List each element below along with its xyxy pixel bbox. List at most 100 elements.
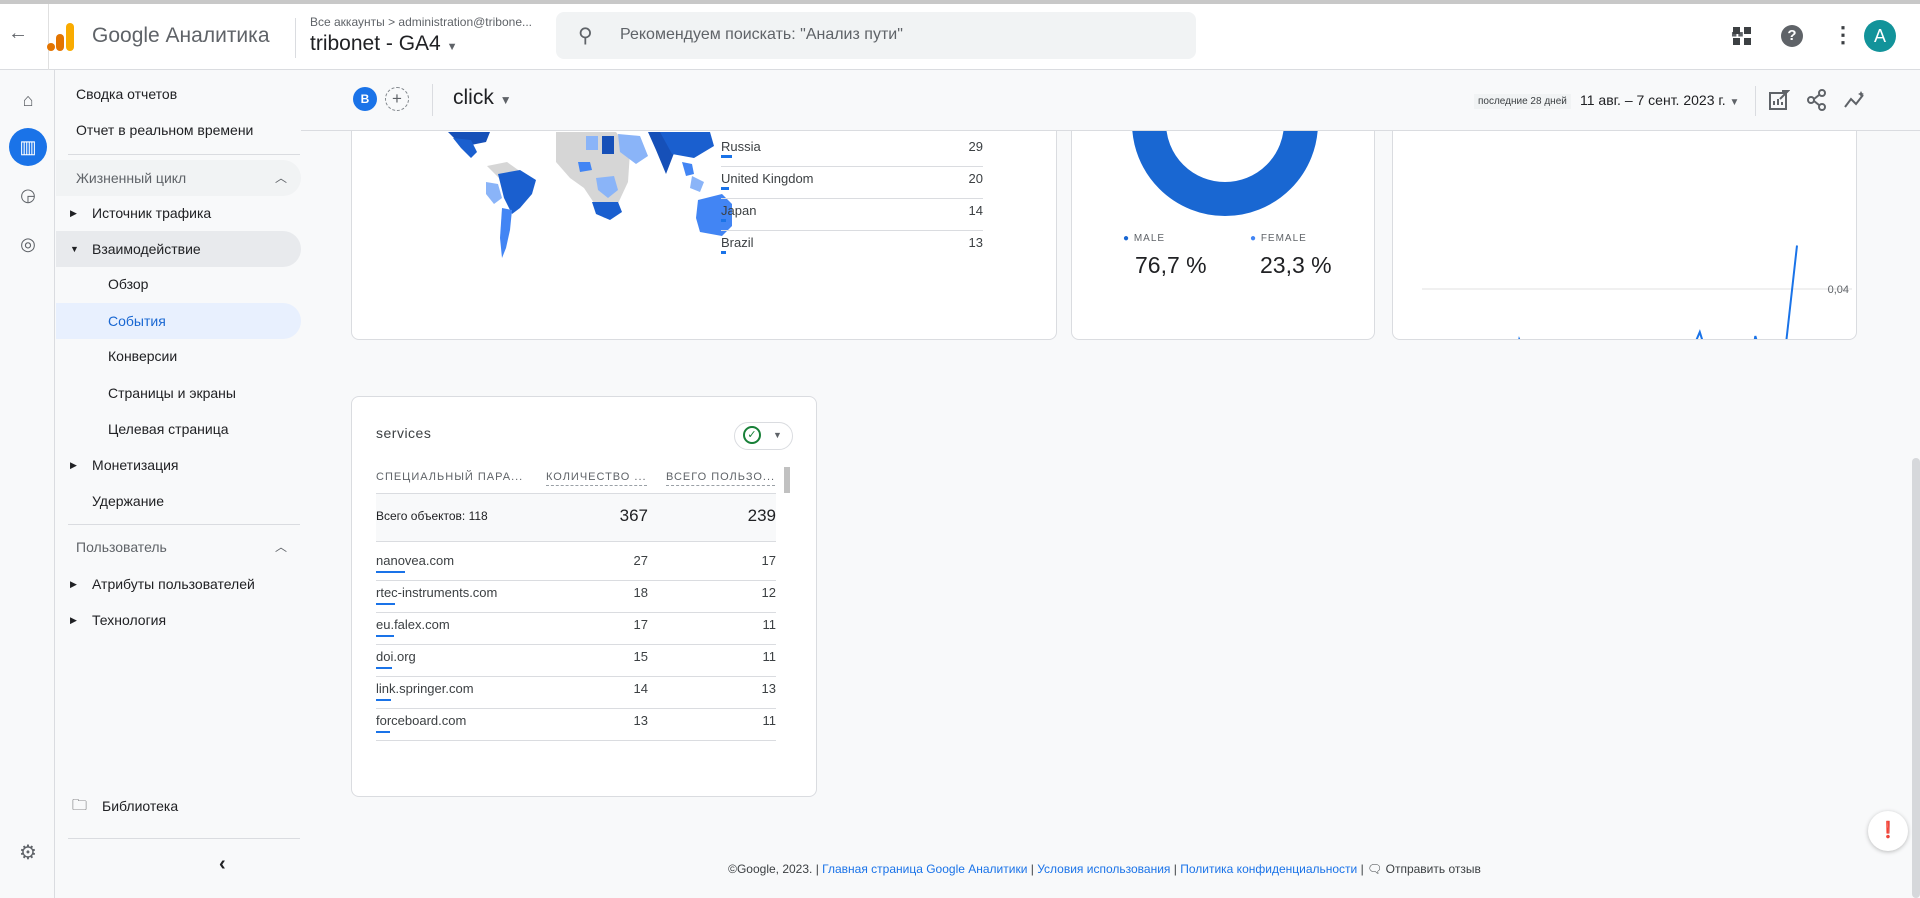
share-icon[interactable] [1806,89,1828,111]
section-label: Пользователь [76,539,167,555]
sidebar-item-traffic-source[interactable]: ▶ Источник трафика [56,195,301,231]
table-row[interactable]: amazon.com129 [376,741,776,745]
report-content: Russia 29 United Kingdom 20 Japan 14 Brazil… [301,131,1908,898]
more-vert-icon[interactable]: ⋮ [1832,22,1854,48]
country-row[interactable]: Russia 29 [721,135,983,167]
search-input[interactable]: ⚲ Рекомендуем поискать: "Анализ пути" [556,12,1196,59]
date-preset-chip[interactable]: последние 28 дней [1474,94,1571,109]
customize-report-icon[interactable] [1768,89,1790,111]
nav-rail: ⌂ ▥ ◶ ◎ ⚙ [0,70,55,898]
caret-down-icon: ▼ [773,430,782,440]
country-value: 29 [968,139,983,154]
sidebar-item-events[interactable]: События [56,303,301,339]
sidebar-item-label: Отчет в реальном времени [76,122,254,138]
data-point[interactable] [1542,339,1552,340]
page-scrollbar[interactable] [1912,458,1920,898]
country-row[interactable]: United Kingdom 20 [721,167,983,199]
sidebar-item-technology[interactable]: ▶ Технология [56,602,301,638]
copyright: ©Google, 2023. | [728,862,819,876]
column-header[interactable]: КОЛИЧЕСТВО ... [546,471,647,486]
table-row[interactable]: rtec-instruments.com 18 12 [376,581,776,613]
footer-link-terms[interactable]: Условия использования [1037,862,1170,876]
table-row[interactable]: link.springer.com 14 13 [376,677,776,709]
filter-status-button[interactable]: ✓ ▼ [734,422,793,450]
column-header[interactable]: ВСЕГО ПОЛЬЗО... [666,471,776,486]
footer-link-home[interactable]: Главная страница Google Аналитики [822,862,1027,876]
report-title[interactable]: click ▼ [453,86,512,110]
service-name: doi.org [376,649,416,664]
legend-male: ● MALE [1123,233,1165,244]
sidebar-item-conversions[interactable]: Конверсии [56,338,301,374]
add-comparison-button[interactable]: + [385,87,409,111]
property-selector[interactable]: tribonet - GA4 ▼ [310,32,457,56]
sidebar-item-landing-page[interactable]: Целевая страница [56,411,301,447]
home-icon[interactable]: ⌂ [12,84,44,116]
line-chart[interactable]: 0,040,02013авг.202703сент. [1393,131,1857,340]
gender-donut-chart[interactable] [1132,131,1318,216]
sidebar-item-label: Страницы и экраны [108,385,236,401]
country-row[interactable]: Brazil 13 [721,231,983,263]
sidebar-item-retention[interactable]: Удержание [56,483,301,519]
table-scrollbar-thumb[interactable] [784,467,790,493]
help-icon[interactable]: ? [1781,25,1803,47]
comparison-badge[interactable]: B [353,87,377,111]
advertising-icon[interactable]: ◎ [12,228,44,260]
country-row[interactable]: Japan 14 [721,199,983,231]
data-point[interactable] [1750,331,1760,340]
column-header[interactable]: СПЕЦИАЛЬНЫЙ ПАРА... [376,471,523,483]
data-point[interactable] [1514,334,1524,340]
sidebar-item-label: Монетизация [92,457,179,473]
event-count: 27 [633,553,648,568]
report-subheader: B + click ▼ последние 28 дней 11 авг. – … [301,70,1920,131]
data-point[interactable] [1792,241,1802,251]
caret-right-icon: ▶ [70,460,77,470]
reports-icon[interactable]: ▥ [9,128,47,166]
apps-icon[interactable] [1733,27,1751,45]
data-point[interactable] [1473,337,1483,340]
back-arrow-icon[interactable]: ← [8,22,28,45]
legend-label: MALE [1133,233,1166,244]
gender-card: ● MALE 76,7 % ● FEMALE 23,3 % [1071,131,1375,340]
sidebar-item-label: Конверсии [108,348,178,364]
feedback-button[interactable]: ❗ [1868,811,1908,851]
insights-icon[interactable] [1843,89,1867,111]
caret-down-icon: ▼ [446,41,458,53]
sidebar-item-overview[interactable]: Обзор [56,266,301,302]
check-circle-icon: ✓ [743,426,761,444]
divider [68,524,300,525]
caret-down-icon: ▼ [70,244,79,254]
sidebar-item-pages-screens[interactable]: Страницы и экраны [56,375,301,411]
table-row[interactable]: forceboard.com 13 11 [376,709,776,741]
date-range-selector[interactable]: 11 авг. – 7 сент. 2023 г. ▼ [1580,92,1739,108]
sidebar-item-user-attributes[interactable]: ▶ Атрибуты пользователей [56,566,301,602]
explore-icon[interactable]: ◶ [12,179,44,211]
settings-gear-icon[interactable]: ⚙ [12,837,44,869]
date-range: 11 авг. – 7 сент. 2023 г. [1580,92,1726,108]
sidebar-item-realtime[interactable]: Отчет в реальном времени [56,112,301,148]
avatar[interactable]: A [1864,20,1896,52]
data-point[interactable] [1695,327,1705,337]
data-point[interactable] [1556,335,1566,340]
table-row[interactable]: doi.org 15 11 [376,645,776,677]
sidebar-item-library[interactable]: 🗀 Библиотека [56,788,301,824]
section-user[interactable]: Пользователь ︿ [56,529,301,565]
analytics-logo-icon[interactable] [47,21,75,53]
account-breadcrumb[interactable]: Все аккаунты > administration@tribone... [310,15,532,29]
total-objects: Всего объектов: 118 [376,509,488,523]
collapse-sidebar-chevron-icon[interactable]: ‹ [219,853,226,876]
legend-female: ● FEMALE [1250,233,1307,244]
country-name: United Kingdom [721,171,814,186]
value-bar [376,603,395,605]
footer-link-privacy[interactable]: Политика конфиденциальности [1180,862,1357,876]
feedback-link[interactable]: 🗨 Отправить отзыв [1367,862,1481,876]
table-row[interactable]: eu.falex.com 17 11 [376,613,776,645]
sidebar-item-monetization[interactable]: ▶ Монетизация [56,447,301,483]
table-row[interactable]: nanovea.com 27 17 [376,549,776,581]
section-lifecycle[interactable]: Жизненный цикл ︿ [56,160,301,196]
sidebar-item-reports-snapshot[interactable]: Сводка отчетов [56,76,301,112]
value-bar [721,155,732,158]
world-map[interactable] [352,132,772,272]
donut-slice-male[interactable] [1132,131,1318,216]
event-count: 17 [633,617,648,632]
sidebar-item-engagement[interactable]: ▼ Взаимодействие [56,231,301,267]
